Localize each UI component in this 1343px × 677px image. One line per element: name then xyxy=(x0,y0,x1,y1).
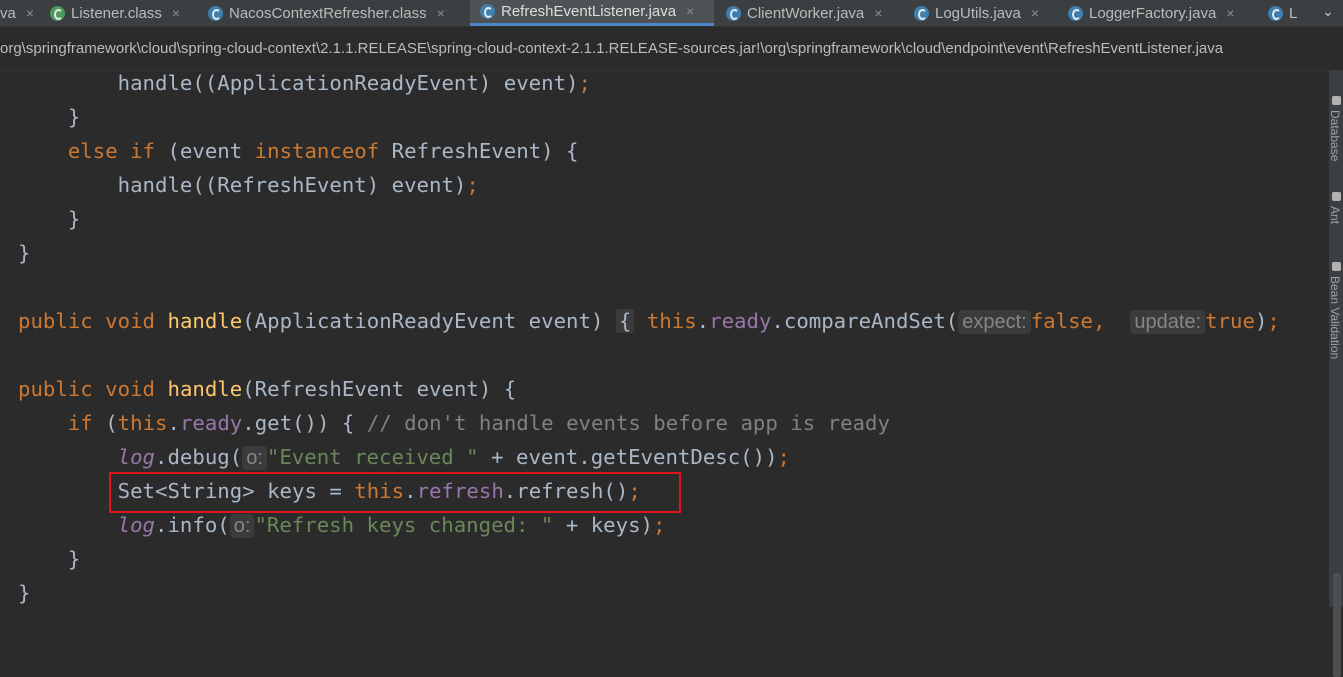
code-line: } xyxy=(67,547,81,571)
code-line: public void handle(ApplicationReadyEvent… xyxy=(18,309,1280,334)
tab-client-worker[interactable]: ClientWorker.java × xyxy=(726,0,882,26)
code-line: log.debug(o: "Event received " + event.ge… xyxy=(117,445,791,470)
highlight-box xyxy=(109,472,681,513)
java-class-icon xyxy=(1068,5,1083,21)
editor-tab-bar: va × Listener.class × NacosContextRefres… xyxy=(0,0,1343,27)
java-class-icon xyxy=(914,5,929,21)
code-line: } xyxy=(18,241,31,265)
class-file-icon xyxy=(50,5,65,21)
java-class-icon xyxy=(1268,5,1283,21)
param-hint: expect: xyxy=(958,310,1031,334)
param-hint: o: xyxy=(229,514,255,538)
code-line: if (this.ready.get()) { // don't handle … xyxy=(67,411,890,435)
tab-log-utils[interactable]: LogUtils.java × xyxy=(914,0,1039,26)
code-line: } xyxy=(67,105,81,129)
param-hint: o: xyxy=(242,446,267,470)
tab-partial-right[interactable]: L xyxy=(1268,0,1297,26)
code-editor[interactable]: handle((ApplicationReadyEvent) event); }… xyxy=(18,66,1280,605)
code-line: else if (event instanceof RefreshEvent) … xyxy=(67,139,579,163)
ant-tool-tab[interactable]: Ant xyxy=(1328,206,1342,224)
code-line: handle((ApplicationReadyEvent) event); xyxy=(117,71,591,95)
database-icon xyxy=(1332,96,1341,105)
tab-nacos-context-refresher[interactable]: NacosContextRefresher.class × xyxy=(208,0,445,26)
tab-logger-factory[interactable]: LoggerFactory.java × xyxy=(1068,0,1234,26)
code-line: } xyxy=(18,581,31,605)
code-line: handle((RefreshEvent) event); xyxy=(117,173,479,197)
java-class-icon xyxy=(208,5,223,21)
bean-validation-icon xyxy=(1332,262,1341,271)
database-tool-tab[interactable]: Database xyxy=(1328,110,1342,161)
close-icon[interactable]: × xyxy=(1031,1,1039,26)
tab-list-chevron-icon[interactable]: ⌄ xyxy=(1321,4,1335,18)
tab-partial-left[interactable]: va × xyxy=(0,0,34,26)
tab-listener-class[interactable]: Listener.class × xyxy=(50,0,180,26)
code-line: log.info(o: "Refresh keys changed: " + ke… xyxy=(117,513,666,538)
java-class-icon xyxy=(726,5,741,21)
close-icon[interactable]: × xyxy=(686,0,694,24)
param-hint: update: xyxy=(1130,310,1206,334)
close-icon[interactable]: × xyxy=(26,1,34,26)
code-line: public void handle(RefreshEvent event) { xyxy=(18,377,517,401)
file-path-breadcrumb[interactable]: org\springframework\cloud\spring-cloud-c… xyxy=(0,40,1343,64)
close-icon[interactable]: × xyxy=(172,1,180,26)
right-tool-strip: Database Ant Bean Validation xyxy=(1328,70,1343,677)
code-line: } xyxy=(67,207,81,231)
bean-validation-tool-tab[interactable]: Bean Validation xyxy=(1328,276,1342,359)
close-icon[interactable]: × xyxy=(437,1,445,26)
close-icon[interactable]: × xyxy=(874,1,882,26)
ant-icon xyxy=(1332,192,1341,201)
vertical-scrollbar-thumb[interactable] xyxy=(1333,573,1341,677)
close-icon[interactable]: × xyxy=(1226,1,1234,26)
tab-refresh-event-listener[interactable]: RefreshEventListener.java × xyxy=(470,0,714,26)
java-class-icon xyxy=(480,4,495,19)
